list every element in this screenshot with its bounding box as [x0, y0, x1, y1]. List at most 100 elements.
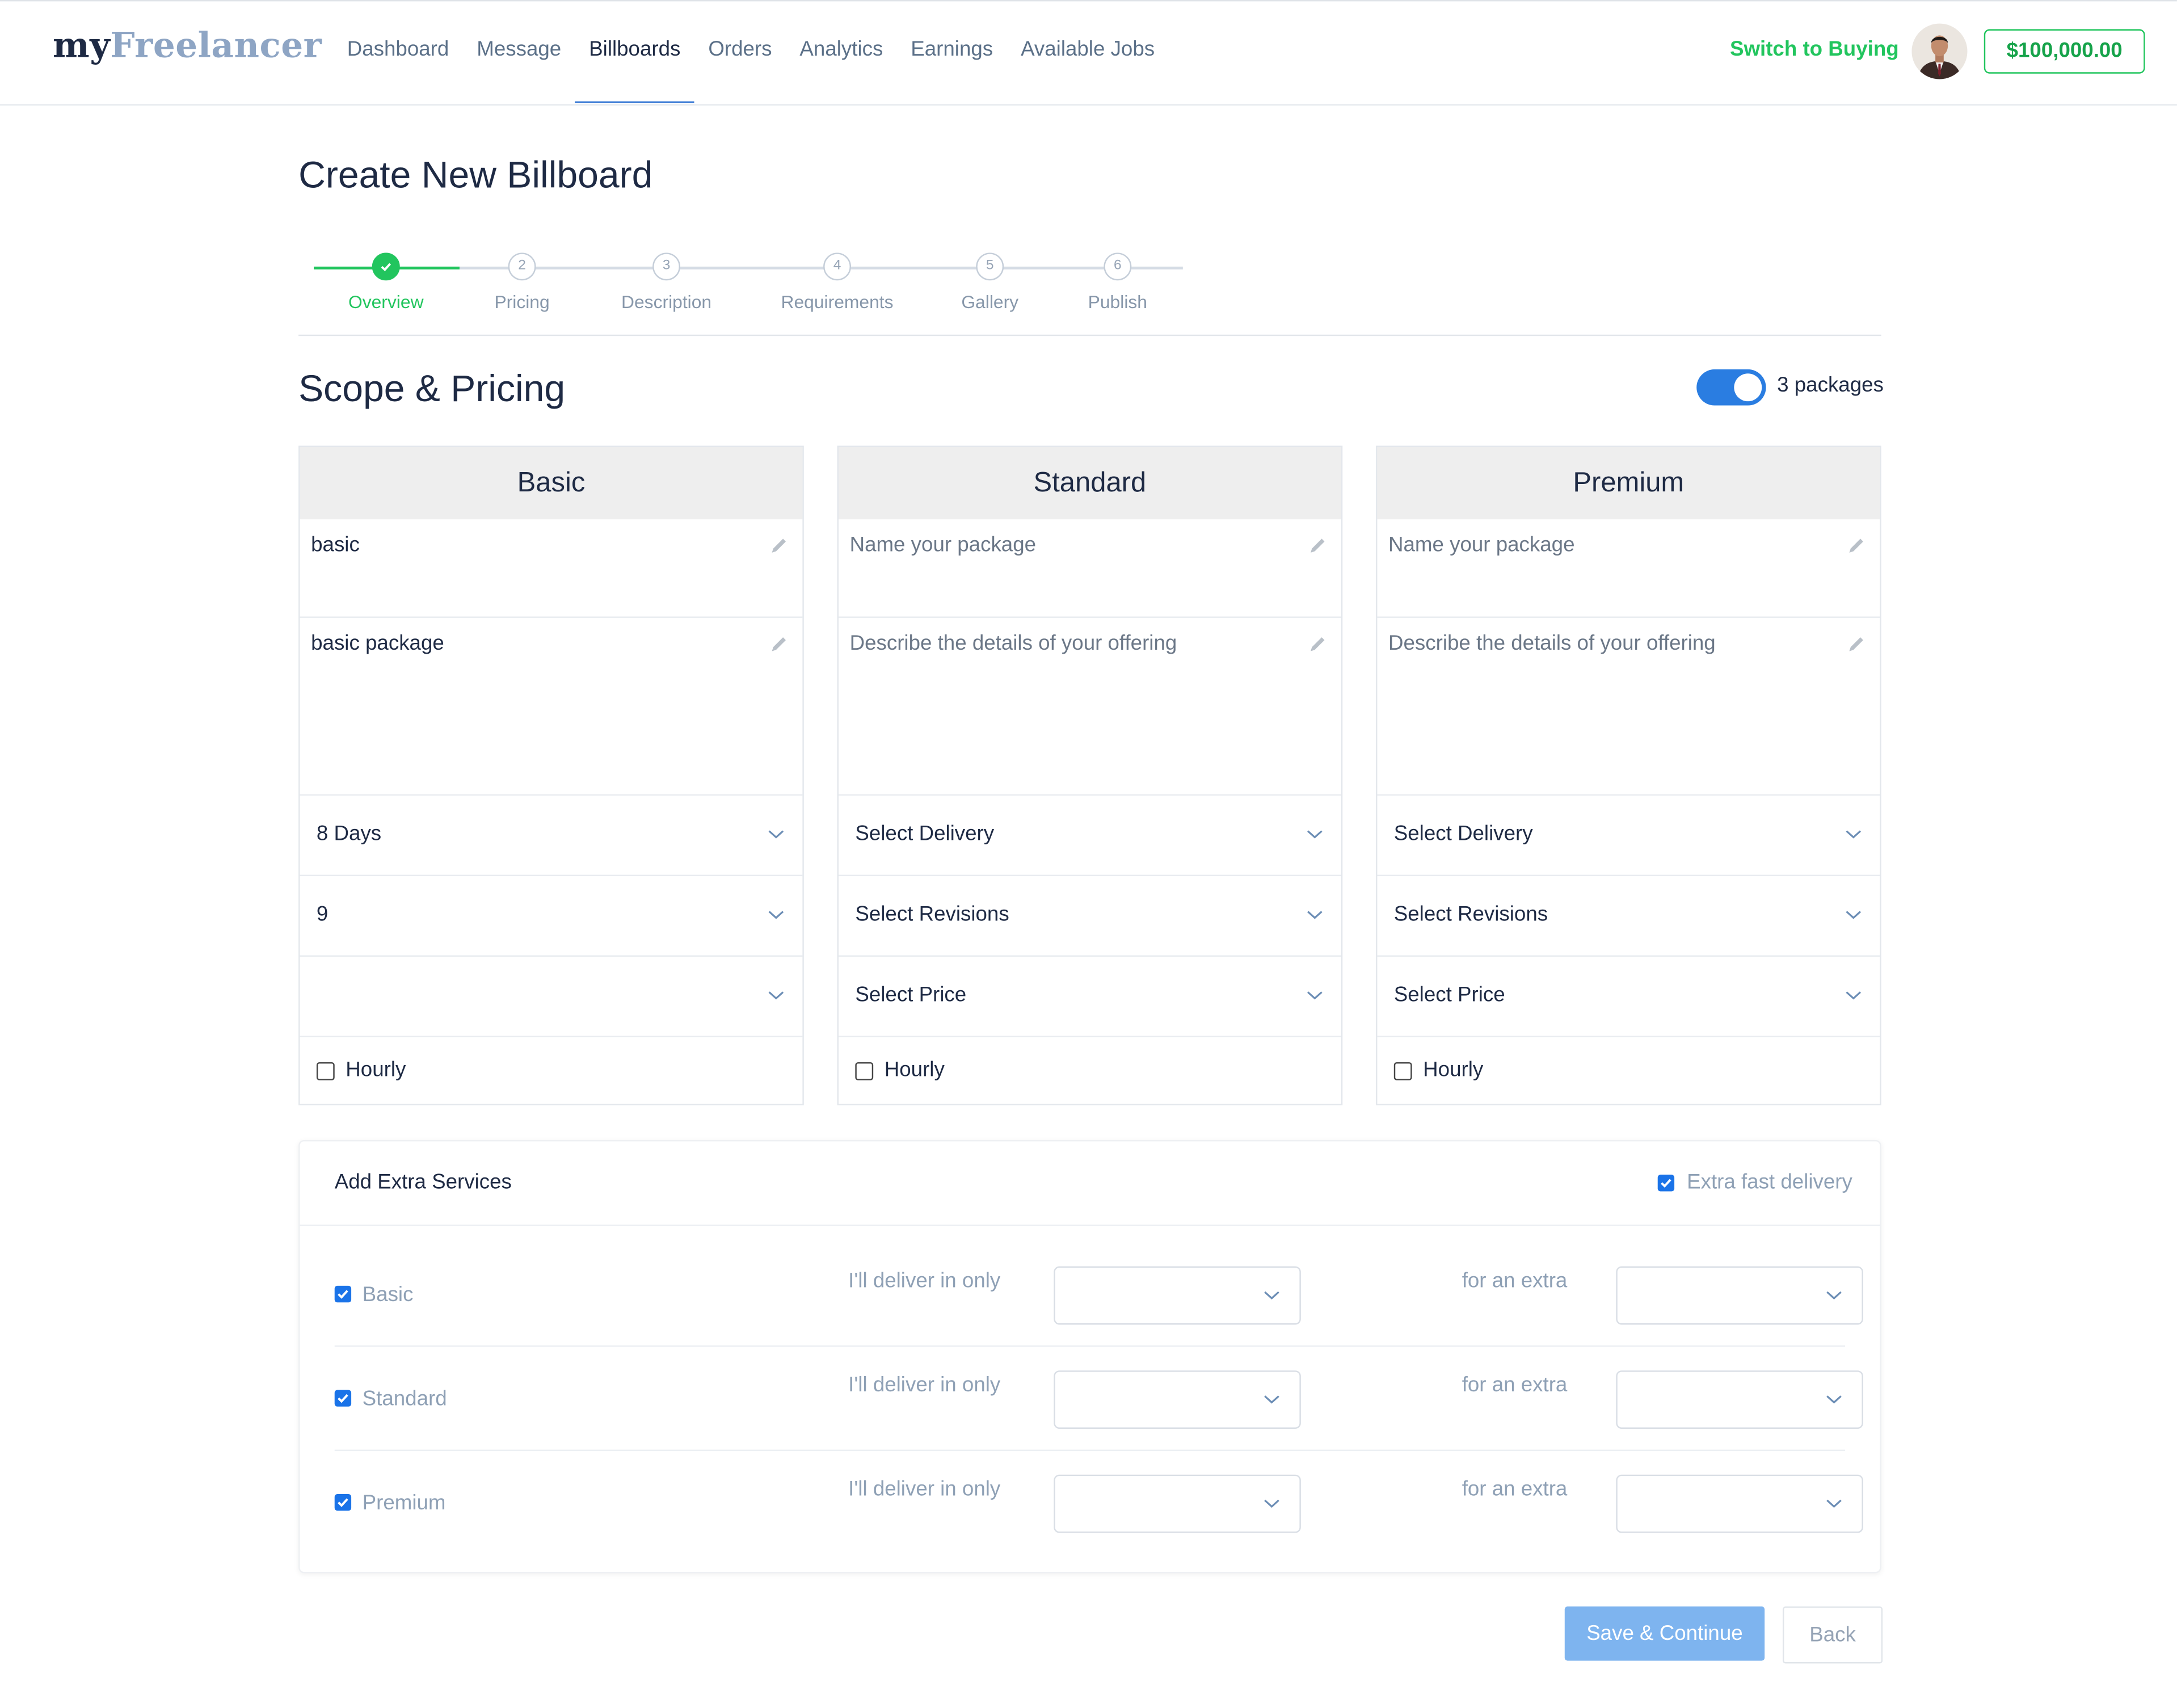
hourly-label: Hourly — [1423, 1058, 1484, 1082]
extra-fast-delivery-label: Extra fast delivery — [1687, 1170, 1852, 1194]
package-description-field[interactable]: Describe the details of your offering — [838, 618, 1341, 796]
package-name-field[interactable]: Name your package — [1377, 519, 1880, 618]
chevron-down-icon — [1846, 830, 1862, 839]
delivery-value: Select Delivery — [1393, 822, 1533, 846]
extra-fast-delivery-checkbox[interactable] — [1657, 1175, 1675, 1192]
revisions-select[interactable]: Select Revisions — [838, 876, 1341, 957]
package-name-placeholder: Name your package — [849, 533, 1037, 557]
extra-package-name: Premium — [362, 1491, 446, 1515]
packages-toggle[interactable] — [1696, 369, 1766, 406]
delivery-select[interactable]: Select Delivery — [1377, 796, 1880, 877]
delivery-select[interactable]: 8 Days — [300, 796, 803, 877]
section-divider — [298, 334, 1881, 336]
package-name-field[interactable]: Name your package — [838, 519, 1341, 618]
price-select[interactable]: Select Price — [838, 957, 1341, 1037]
revisions-select[interactable]: Select Revisions — [1377, 876, 1880, 957]
step-publish[interactable]: 6 Publish — [1048, 253, 1187, 313]
brand-logo[interactable]: myFreelancer — [53, 25, 322, 65]
package-standard: Standard Name your package Describe the … — [837, 445, 1343, 1105]
hourly-option: Hourly — [1377, 1037, 1880, 1104]
step-label: Overview — [348, 291, 424, 313]
extra-delivery-select[interactable] — [1054, 1370, 1301, 1429]
step-pricing[interactable]: 2 Pricing — [453, 253, 592, 313]
chevron-down-icon — [1264, 1395, 1279, 1404]
pencil-icon — [772, 539, 786, 553]
nav-billboards[interactable]: Billboards — [575, 36, 694, 103]
check-icon — [338, 1290, 348, 1299]
back-button[interactable]: Back — [1782, 1606, 1883, 1664]
deliver-in-label: I'll deliver in only — [848, 1269, 1001, 1293]
package-basic: Basic basic basic package 8 Days 9 Hourl… — [298, 445, 804, 1105]
main-nav: Dashboard Message Billboards Orders Anal… — [333, 36, 1168, 103]
package-description-placeholder: Describe the details of your offering — [1388, 632, 1716, 655]
revisions-select[interactable]: 9 — [300, 876, 803, 957]
revisions-value: Select Revisions — [855, 902, 1009, 927]
nav-message[interactable]: Message — [463, 36, 575, 103]
nav-available-jobs[interactable]: Available Jobs — [1007, 36, 1169, 103]
nav-orders[interactable]: Orders — [694, 36, 786, 103]
step-number: 6 — [1104, 253, 1132, 281]
pencil-icon — [1310, 637, 1325, 651]
chevron-down-icon — [1307, 830, 1323, 839]
price-select[interactable]: Select Price — [1377, 957, 1880, 1037]
extra-delivery-select[interactable] — [1054, 1266, 1301, 1325]
chevron-down-icon — [1264, 1499, 1279, 1508]
package-title: Standard — [838, 447, 1341, 520]
hourly-checkbox[interactable] — [855, 1062, 874, 1080]
nav-dashboard[interactable]: Dashboard — [333, 36, 463, 103]
save-continue-button[interactable]: Save & Continue — [1564, 1606, 1765, 1661]
step-requirements[interactable]: 4 Requirements — [768, 253, 907, 313]
for-extra-label: for an extra — [1462, 1477, 1568, 1501]
nav-earnings[interactable]: Earnings — [897, 36, 1007, 103]
chevron-down-icon — [768, 830, 784, 839]
chevron-down-icon — [1826, 1395, 1842, 1404]
extra-standard-checkbox[interactable] — [334, 1390, 352, 1407]
step-overview[interactable]: Overview — [317, 253, 456, 313]
extra-row-standard: Standard I'll deliver in only for an ext… — [300, 1347, 1880, 1452]
extra-price-select[interactable] — [1616, 1474, 1863, 1533]
nav-analytics[interactable]: Analytics — [786, 36, 897, 103]
chevron-down-icon — [768, 911, 784, 919]
deliver-in-label: I'll deliver in only — [848, 1373, 1001, 1397]
chevron-down-icon — [768, 991, 784, 1000]
check-icon — [372, 253, 400, 281]
package-description-field[interactable]: Describe the details of your offering — [1377, 618, 1880, 796]
package-description-field[interactable]: basic package — [300, 618, 803, 796]
extra-row-basic: Basic I'll deliver in only for an extra — [300, 1243, 1880, 1347]
extra-services-card: Add Extra Services Extra fast delivery B… — [298, 1139, 1881, 1574]
extra-basic-checkbox[interactable] — [334, 1285, 352, 1303]
step-label: Pricing — [494, 291, 550, 313]
step-label: Gallery — [961, 291, 1019, 313]
user-avatar[interactable] — [1911, 23, 1968, 79]
extra-price-select[interactable] — [1616, 1266, 1863, 1325]
check-icon — [1661, 1179, 1671, 1188]
step-number: 2 — [508, 253, 536, 281]
hourly-option: Hourly — [300, 1037, 803, 1104]
extra-package-name: Basic — [362, 1283, 414, 1307]
extra-price-select[interactable] — [1616, 1370, 1863, 1429]
switch-to-buying-link[interactable]: Switch to Buying — [1730, 37, 1899, 61]
step-gallery[interactable]: 5 Gallery — [920, 253, 1059, 313]
extra-row-premium: Premium I'll deliver in only for an extr… — [300, 1451, 1880, 1555]
balance-badge[interactable]: $100,000.00 — [1984, 29, 2145, 74]
extra-delivery-select[interactable] — [1054, 1474, 1301, 1533]
hourly-checkbox[interactable] — [316, 1062, 335, 1080]
package-title: Premium — [1377, 447, 1880, 520]
package-name-field[interactable]: basic — [300, 519, 803, 618]
delivery-select[interactable]: Select Delivery — [838, 796, 1341, 877]
extra-services-title: Add Extra Services — [334, 1170, 512, 1194]
logo-my: my — [52, 25, 111, 66]
progress-stepper: Overview 2 Pricing 3 Description 4 Requi… — [298, 239, 1201, 322]
chevron-down-icon — [1846, 991, 1862, 1000]
extra-premium-checkbox[interactable] — [334, 1494, 352, 1511]
package-description-placeholder: Describe the details of your offering — [849, 632, 1177, 655]
price-select[interactable] — [300, 957, 803, 1037]
revisions-value: 9 — [316, 902, 329, 927]
step-description[interactable]: 3 Description — [597, 253, 736, 313]
step-number: 4 — [823, 253, 852, 281]
chevron-down-icon — [1307, 991, 1323, 1000]
revisions-value: Select Revisions — [1393, 902, 1548, 927]
for-extra-label: for an extra — [1462, 1373, 1568, 1397]
hourly-checkbox[interactable] — [1393, 1062, 1412, 1080]
pencil-icon — [1849, 539, 1863, 553]
